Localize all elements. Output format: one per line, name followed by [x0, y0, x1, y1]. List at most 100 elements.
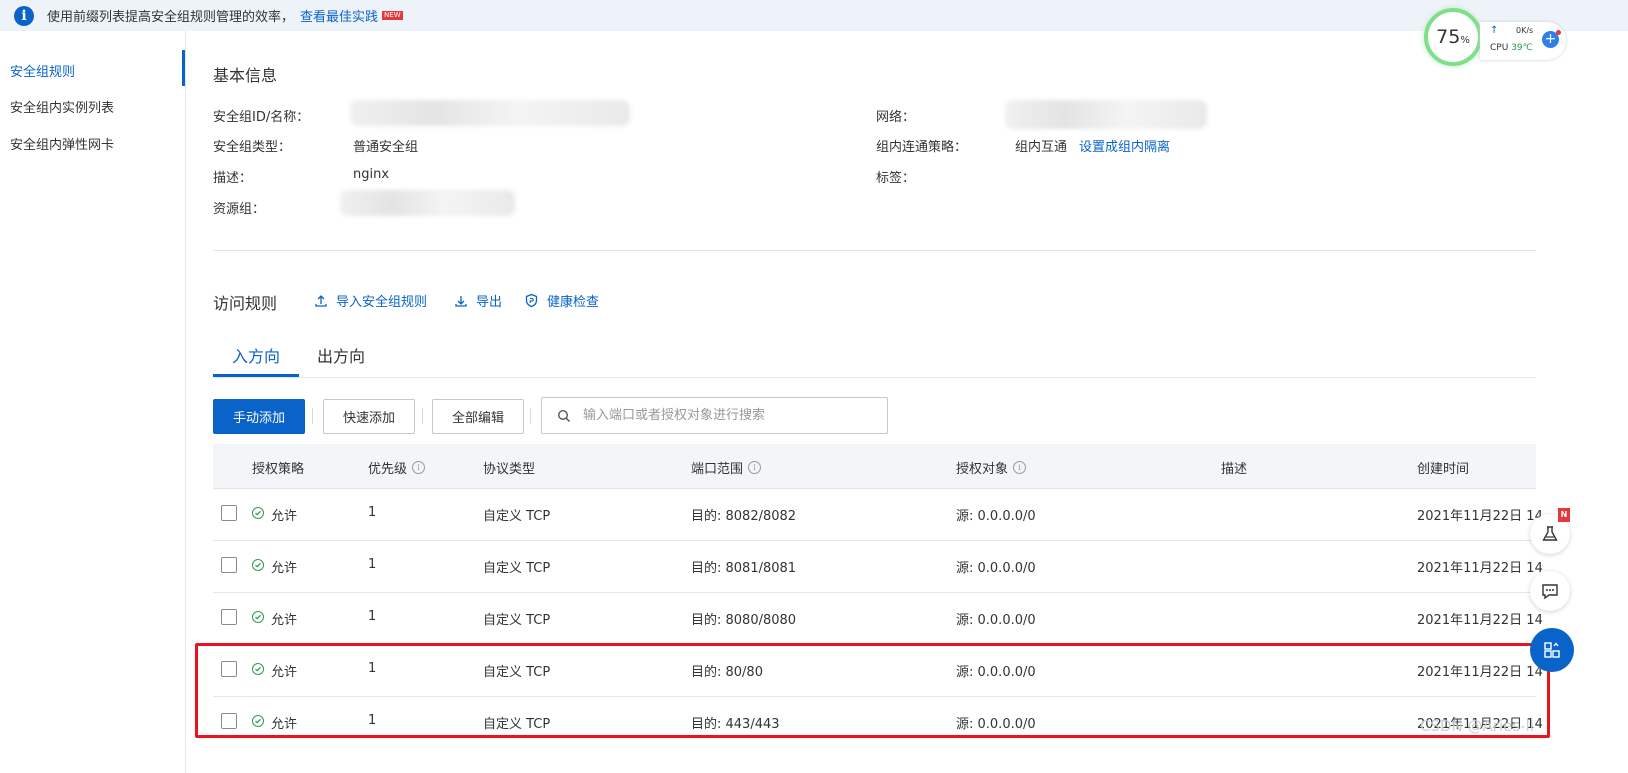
col-created: 创建时间 [1417, 458, 1469, 477]
tip-banner: i 使用前缀列表提高安全组规则管理的效率， 查看最佳实践 NEW [0, 0, 1628, 31]
access-rules-title: 访问规则 [213, 294, 278, 313]
check-circle-icon [252, 559, 264, 571]
download-icon [455, 295, 467, 307]
import-rules-button[interactable]: 导入安全组规则 [314, 291, 427, 310]
search-input[interactable] [581, 407, 875, 424]
network-redacted [1005, 100, 1207, 129]
info-icon: i [14, 5, 34, 26]
health-check-label: 健康检查 [547, 295, 600, 310]
row-port: 目的: 8081/8081 [691, 561, 797, 576]
shield-icon [525, 293, 538, 308]
table-row: 允许 1 自定义 TCP 目的: 8082/8082 源: 0.0.0.0/0 … [213, 488, 1543, 541]
row-policy: 允许 [271, 613, 298, 628]
tabs-baseline [213, 377, 1536, 378]
notification-dot [1556, 30, 1561, 35]
sidebar-item-eni[interactable]: 安全组内弹性网卡 [10, 134, 114, 153]
row-port: 目的: 8080/8080 [691, 613, 797, 628]
import-rules-label: 导入安全组规则 [336, 295, 428, 310]
policy-value: 组内互通 [1015, 140, 1068, 155]
row-protocol: 自定义 TCP [483, 509, 551, 524]
new-badge: NEW [382, 11, 403, 20]
col-policy-label: 授权策略 [252, 462, 305, 477]
table-row: 允许 1 自定义 TCP 目的: 8080/8080 源: 0.0.0.0/0 … [213, 592, 1543, 645]
new-badge: N [1558, 508, 1570, 522]
resource-group-label: 资源组： [213, 202, 266, 217]
sg-id-label: 安全组ID/名称： [213, 110, 310, 125]
sidebar-active-indicator [182, 50, 185, 86]
info-icon[interactable]: i [748, 461, 762, 474]
cpu-label: CPU [1490, 43, 1509, 53]
upload-icon [315, 294, 327, 307]
row-source: 源: 0.0.0.0/0 [956, 613, 1036, 628]
row-policy: 允许 [271, 509, 298, 524]
row-protocol: 自定义 TCP [483, 613, 551, 628]
cpu-readout: CPU 39℃ [1490, 43, 1533, 53]
gauge-percent: 75% [1436, 26, 1470, 48]
grid-icon [1544, 642, 1560, 658]
row-created: 2021年11月22日 14 [1417, 561, 1543, 576]
sidebar: 安全组规则 安全组内实例列表 安全组内弹性网卡 [0, 31, 186, 773]
highlight-box [195, 643, 1550, 738]
set-isolation-link[interactable]: 设置成组内隔离 [1079, 136, 1170, 155]
flask-icon [1542, 526, 1558, 541]
gauge-value: 75 [1436, 26, 1461, 48]
sidebar-item-rules[interactable]: 安全组规则 [10, 61, 75, 80]
health-check-button[interactable]: 健康检查 [524, 291, 599, 310]
info-icon[interactable]: i [1013, 461, 1027, 474]
row-source: 源: 0.0.0.0/0 [956, 509, 1036, 524]
sg-id-redacted [350, 100, 630, 126]
info-icon[interactable]: i [412, 461, 426, 474]
row-protocol: 自定义 TCP [483, 561, 551, 576]
col-description: 描述 [1221, 458, 1247, 477]
edit-all-button[interactable]: 全部编辑 [432, 399, 524, 434]
col-protocol: 协议类型 [483, 458, 535, 477]
tab-inbound[interactable]: 入方向 [232, 343, 280, 367]
col-port: 端口范围 i [691, 458, 762, 477]
toolbar-separator [422, 408, 423, 424]
banner-text: 使用前缀列表提高安全组规则管理的效率， [47, 10, 295, 25]
export-button[interactable]: 导出 [454, 291, 502, 310]
col-priority: 优先级 i [368, 458, 426, 477]
row-priority: 1 [368, 505, 377, 520]
best-practice-link[interactable]: 查看最佳实践 [300, 6, 378, 25]
net-speed: 0K/s [1516, 26, 1534, 35]
sg-type-value: 普通安全组 [353, 140, 419, 155]
row-priority: 1 [368, 557, 377, 572]
row-priority: 1 [368, 609, 377, 624]
policy-label: 组内连通策略： [876, 140, 968, 155]
table-row: 允许 1 自定义 TCP 目的: 8081/8081 源: 0.0.0.0/0 … [213, 540, 1543, 593]
search-icon [557, 409, 571, 422]
row-created: 2021年11月22日 14 [1417, 509, 1543, 524]
net-monitor-panel: ↑ 0K/s CPU 39℃ + [1480, 22, 1566, 60]
row-source: 源: 0.0.0.0/0 [956, 561, 1036, 576]
col-description-label: 描述 [1221, 462, 1248, 477]
table-header: 授权策略 优先级 i 协议类型 端口范围 i 授权对象 i 描述 创建时间 [213, 444, 1536, 489]
sidebar-item-instances[interactable]: 安全组内实例列表 [10, 97, 114, 116]
col-source: 授权对象 i [956, 458, 1027, 477]
desc-label: 描述： [213, 171, 253, 186]
col-priority-label: 优先级 [368, 462, 408, 477]
col-created-label: 创建时间 [1417, 462, 1470, 477]
col-policy: 授权策略 [252, 458, 304, 477]
row-checkbox[interactable] [221, 557, 237, 573]
feedback-button[interactable] [1530, 571, 1570, 611]
quick-add-button[interactable]: 快速添加 [323, 399, 415, 434]
sg-type-label: 安全组类型： [213, 140, 292, 155]
col-source-label: 授权对象 [956, 462, 1009, 477]
manual-add-button[interactable]: 手动添加 [213, 399, 305, 434]
tab-outbound[interactable]: 出方向 [317, 343, 365, 367]
tags-label: 标签： [876, 171, 916, 186]
network-label: 网络： [876, 110, 916, 125]
search-box[interactable] [541, 397, 888, 434]
tab-active-underline [213, 374, 299, 377]
row-checkbox[interactable] [221, 609, 237, 625]
row-port: 目的: 8082/8082 [691, 509, 797, 524]
cpu-temp: 39℃ [1511, 43, 1533, 53]
row-checkbox[interactable] [221, 505, 237, 521]
check-circle-icon [252, 611, 264, 623]
check-circle-icon [252, 507, 264, 519]
desc-value: nginx [353, 167, 390, 182]
memory-gauge[interactable]: 75% [1424, 8, 1482, 66]
upload-arrow-icon: ↑ [1490, 25, 1499, 36]
apps-button[interactable] [1530, 628, 1574, 672]
